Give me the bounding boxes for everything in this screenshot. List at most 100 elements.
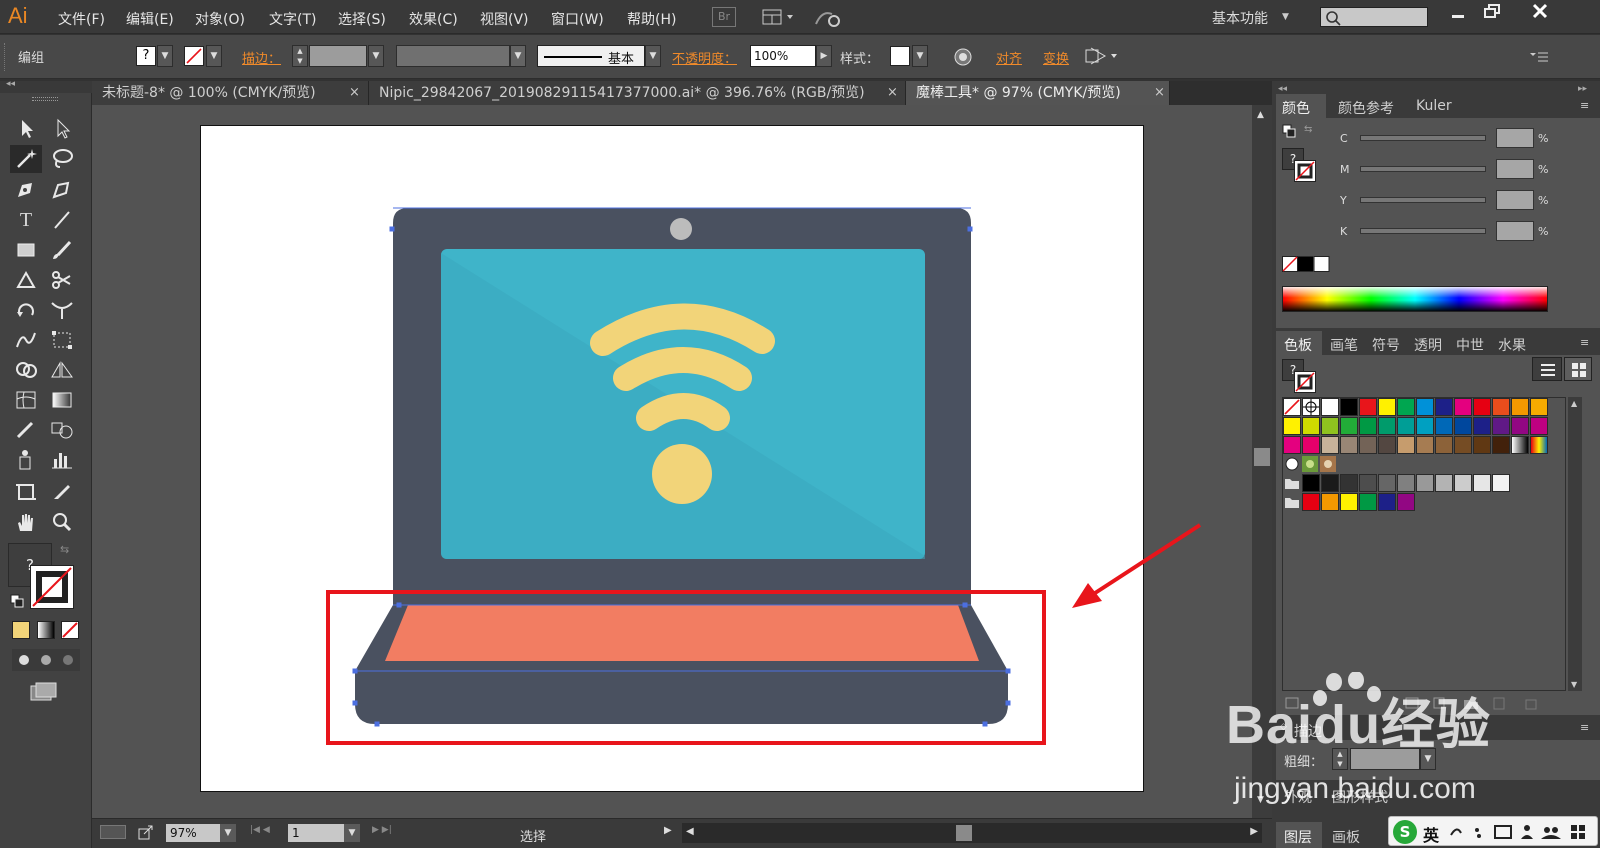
tab-symbols[interactable]: 符号 [1372,335,1400,355]
color-swatch[interactable] [1511,398,1529,416]
bright-swatch[interactable] [1378,493,1396,511]
menu-window[interactable]: 窗口(W) [551,9,604,29]
transform-link[interactable]: 变换 [1043,48,1069,67]
color-swatch[interactable] [1435,398,1453,416]
selection-tool-icon[interactable] [12,115,40,141]
menu-select[interactable]: 选择(S) [338,9,386,29]
color-swatch[interactable] [1321,436,1339,454]
pen-tool-icon[interactable] [12,177,40,203]
color-swatch[interactable] [1302,436,1320,454]
tab-artboards[interactable]: 画板 [1332,827,1360,847]
color-swatch[interactable] [1530,417,1548,435]
color-swatch[interactable] [1473,398,1491,416]
width-tool-icon[interactable] [48,297,76,323]
scissors-tool-icon[interactable] [48,267,76,293]
screen-mode-icon[interactable] [28,681,60,705]
tab-close-icon[interactable]: × [1154,81,1165,105]
gray-swatch[interactable] [1321,474,1339,492]
stroke-box[interactable] [1294,160,1316,182]
tab-magic-wand[interactable]: 魔棒工具* @ 97% (CMYK/预览) × [906,81,1170,105]
rotate-tool-icon[interactable] [12,297,40,323]
blend-tool-icon[interactable] [48,417,76,443]
isolate-group-icon[interactable] [1083,45,1121,67]
color-swatch[interactable] [1378,436,1396,454]
menu-effect[interactable]: 效果(C) [409,9,458,29]
artboard-tool-icon[interactable] [12,479,40,505]
color-swatch[interactable] [1359,417,1377,435]
tab-swatches[interactable]: 色板 [1284,335,1312,355]
color-swatch[interactable] [1378,417,1396,435]
color-swatch[interactable] [1359,436,1377,454]
stroke-dropdown[interactable]: ▼ [206,45,222,67]
color-swatch[interactable] [1340,417,1358,435]
graphic-style-swatch[interactable] [890,46,910,66]
color-swatch[interactable] [1492,417,1510,435]
color-swatch[interactable] [1416,436,1434,454]
none-mode-icon[interactable] [61,621,79,639]
gray-swatch[interactable] [1435,474,1453,492]
color-swatch[interactable] [1416,417,1434,435]
gradient-tool-icon[interactable] [48,387,76,413]
list-view-icon[interactable] [1532,357,1562,381]
gray-swatch[interactable] [1492,474,1510,492]
lasso-tool-icon[interactable] [48,145,76,171]
slice-tool-icon[interactable] [48,479,76,505]
gray-swatch[interactable] [1378,474,1396,492]
search-input[interactable] [1320,7,1428,27]
thumbnail-view-icon[interactable] [1564,357,1592,381]
column-graph-tool-icon[interactable] [48,447,76,473]
color-swatch[interactable] [1378,398,1396,416]
color-mode-icon[interactable] [12,621,30,639]
tab-library-medieval[interactable]: 中世 [1456,335,1484,355]
opacity-input[interactable]: 100% [750,45,816,67]
tab-layers[interactable]: 图层 [1284,827,1312,847]
color-swatch[interactable] [1321,417,1339,435]
width-profile-dropdown[interactable]: ▼ [510,45,526,67]
color-swatch[interactable] [1359,398,1377,416]
horizontal-scrollbar[interactable]: ◀ ▶ [682,823,1262,843]
bright-swatch[interactable] [1340,493,1358,511]
color-swatch[interactable] [1340,398,1358,416]
menu-object[interactable]: 对象(O) [195,9,245,29]
value-y[interactable] [1496,190,1534,210]
ime-tools-icons[interactable] [1447,821,1593,843]
bridge-button[interactable]: Br [712,7,736,27]
color-swatch[interactable] [1302,417,1320,435]
color-swatch[interactable] [1473,417,1491,435]
artboard-dropdown-icon[interactable]: ▼ [344,824,360,842]
panel-menu-icon[interactable]: ≡ [1580,721,1589,734]
color-swatch[interactable] [1397,417,1415,435]
type-tool-icon[interactable]: T [12,207,40,233]
opacity-label[interactable]: 不透明度： [672,48,737,67]
ime-language[interactable]: 英 [1423,822,1439,846]
tab-close-icon[interactable]: × [349,81,360,105]
swatch-grid[interactable] [1282,397,1566,691]
ime-toolbar[interactable]: S 英 [1388,816,1598,846]
sogou-logo-icon[interactable]: S [1393,820,1417,844]
gradient-mode-icon[interactable] [37,621,55,639]
stroke-weight-dropdown[interactable]: ▼ [368,45,384,67]
color-spectrum[interactable] [1282,286,1548,312]
pattern-swatch-group[interactable] [1283,455,1339,473]
tab-untitled-8[interactable]: 未标题-8* @ 100% (CMYK/预览) × [92,81,369,105]
graphic-style-dropdown[interactable]: ▼ [912,45,928,67]
grays-folder-icon[interactable] [1283,474,1301,492]
mesh-tool-icon[interactable] [12,387,40,413]
tab-kuler[interactable]: Kuler [1416,98,1452,114]
free-transform-tool-icon[interactable] [48,327,76,353]
shaper-tool-icon[interactable] [12,267,40,293]
scroll-up-icon[interactable]: ▲ [1257,110,1264,120]
close-window-button[interactable] [1520,0,1560,24]
collapse-dock-icon[interactable]: ▸▸ [1578,84,1587,94]
color-swatch[interactable] [1435,417,1453,435]
magic-wand-tool-icon[interactable] [10,145,42,173]
tab-brushes[interactable]: 画笔 [1330,335,1358,355]
default-fill-stroke-icon[interactable] [10,594,24,608]
perspective-grid-tool-icon[interactable] [48,357,76,383]
stroke-label[interactable]: 描边： [242,48,281,67]
brush-definition[interactable]: 基本 [537,45,645,67]
menu-view[interactable]: 视图(V) [480,9,529,29]
gray-swatch[interactable] [1454,474,1472,492]
color-swatch[interactable] [1511,417,1529,435]
opacity-slider-button[interactable]: ▶ [816,45,832,67]
